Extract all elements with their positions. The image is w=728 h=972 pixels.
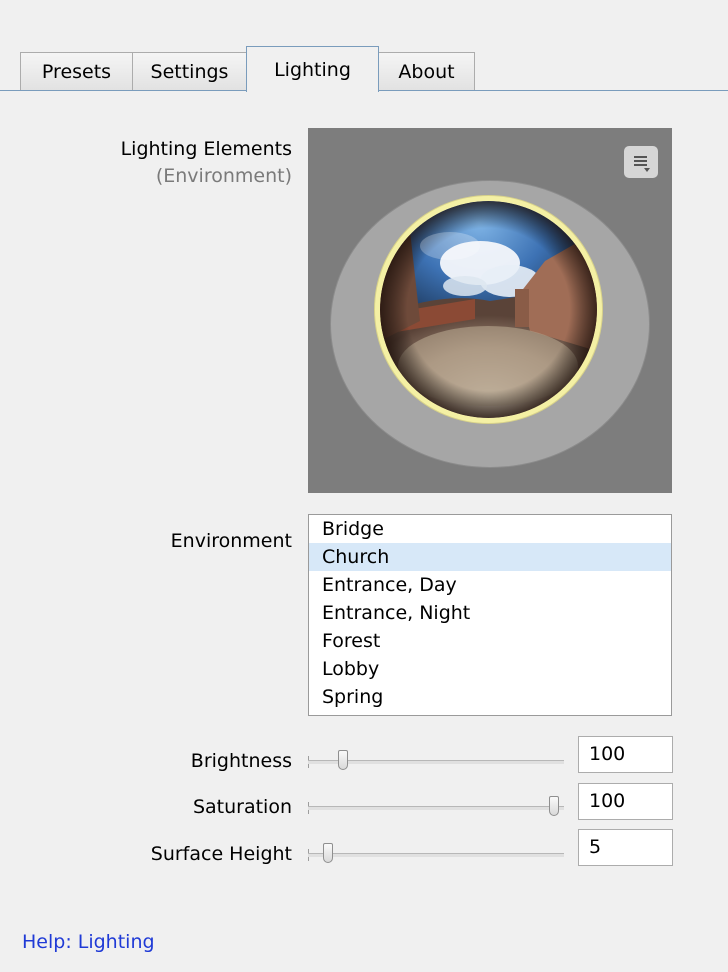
saturation-value-field[interactable]: 100 [578,783,673,820]
environment-item-church[interactable]: Church [309,543,671,571]
slider-track [308,853,564,857]
tab-lighting[interactable]: Lighting [246,46,379,92]
help-lighting-link[interactable]: Help: Lighting [22,931,155,953]
tab-bar: Presets Settings Lighting About [0,0,728,92]
surface-height-label: Surface Height [150,843,292,865]
surface-height-slider[interactable] [308,843,564,865]
tab-settings[interactable]: Settings [132,52,247,90]
environment-item-entrance-day[interactable]: Entrance, Day [309,571,671,599]
tab-presets[interactable]: Presets [20,52,133,90]
lighting-elements-sublabel: (Environment) [155,165,292,187]
saturation-slider[interactable] [308,796,564,818]
brightness-value-field[interactable]: 100 [578,736,673,773]
brightness-slider-thumb[interactable] [338,750,348,770]
menu-lines-icon [634,156,650,172]
environment-sphere-halo[interactable] [375,196,602,423]
environment-label: Environment [170,530,292,552]
lighting-elements-label: Lighting Elements [120,138,292,160]
lighting-preview[interactable] [308,128,672,493]
environment-item-bridge[interactable]: Bridge [309,515,671,543]
surface-height-slider-thumb[interactable] [323,843,333,863]
surface-height-value-field[interactable]: 5 [578,829,673,866]
environment-item-spring[interactable]: Spring [309,683,671,711]
saturation-slider-thumb[interactable] [549,796,559,816]
brightness-label: Brightness [190,750,292,772]
environment-item-entrance-night[interactable]: Entrance, Night [309,599,671,627]
slider-track [308,806,564,810]
preview-menu-button[interactable] [624,146,658,178]
tab-about[interactable]: About [378,52,475,90]
saturation-label: Saturation [192,796,292,818]
environment-listbox[interactable]: Bridge Church Entrance, Day Entrance, Ni… [308,514,672,716]
environment-item-forest[interactable]: Forest [309,627,671,655]
environment-sphere[interactable] [380,201,597,418]
environment-item-lobby[interactable]: Lobby [309,655,671,683]
brightness-slider[interactable] [308,750,564,772]
